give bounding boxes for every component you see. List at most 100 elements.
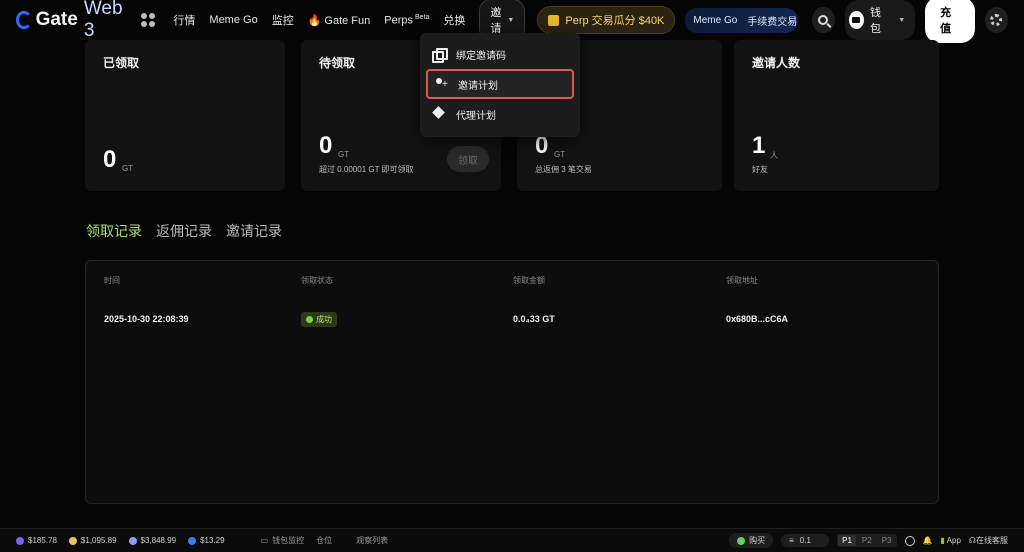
phone-icon: ▮: [940, 536, 945, 545]
record-tabs: 领取记录 返佣记录 邀请记录: [86, 221, 282, 241]
wallet-button[interactable]: 钱包 ▼: [845, 0, 916, 40]
ticker-item[interactable]: $185.78: [16, 536, 57, 545]
copy-icon: [432, 48, 448, 63]
search-icon: [818, 15, 829, 25]
pending-value: 0: [319, 132, 333, 159]
nav-monitor[interactable]: 监控: [272, 12, 294, 28]
gate-web3-logo[interactable]: Gate Web 3: [16, 0, 127, 42]
pending-title: 待领取: [319, 56, 356, 70]
rebate-unit: GT: [554, 150, 566, 159]
check-icon: [306, 316, 313, 323]
records-table: 时间 领取状态 领取金额 领取地址 2025-10-30 22:08:39 成功…: [85, 260, 939, 504]
cell-amount: 0.0₄33 GT: [513, 314, 555, 324]
menu-item-label: 绑定邀请码: [456, 50, 506, 62]
token-icon: [16, 536, 24, 545]
add-user-icon: [434, 78, 448, 90]
perp-promo-banner[interactable]: Perp 交易瓜分 $40K: [537, 6, 676, 34]
meme-go-banner[interactable]: Meme Go 手续费交易 ▶: [685, 7, 798, 33]
search-button[interactable]: [811, 7, 835, 33]
folder-icon: ▭: [260, 536, 269, 545]
pending-note: 超过 0.00001 GT 即可领取: [319, 165, 414, 174]
menu-item-invite-plan[interactable]: 邀请计划: [426, 69, 574, 99]
footer-link-label: 钱包监控: [272, 536, 305, 545]
bottom-status-bar: $185.78 $1,095.89 $3,848.99 $13.29 ▭ 钱包监控…: [0, 528, 1024, 552]
footer-app-link[interactable]: ▮ App: [940, 536, 960, 545]
deposit-button[interactable]: 充值: [925, 0, 975, 43]
status-badge: 成功: [301, 312, 337, 327]
meme-banner-sub: 手续费交易: [747, 16, 798, 28]
quick-buy-button[interactable]: 购买: [729, 533, 774, 548]
footer-wallet-monitor[interactable]: ▭ 钱包监控: [261, 535, 305, 546]
ticker-item[interactable]: $13.29: [188, 536, 225, 545]
buy-amount-input[interactable]: ≡ 0.1: [781, 534, 830, 547]
cell-address[interactable]: 0x680B...cC6A: [726, 314, 788, 324]
nav-market[interactable]: 行情: [173, 12, 195, 28]
tab-rebate-records[interactable]: 返佣记录: [156, 221, 212, 241]
footer-watchlist[interactable]: 观察列表: [356, 535, 388, 546]
bell-icon[interactable]: 🔔: [923, 536, 933, 545]
menu-item-label: 代理计划: [456, 110, 496, 122]
wallet-icon: [849, 11, 864, 29]
menu-item-agent-plan[interactable]: 代理计划: [426, 99, 574, 129]
target-icon[interactable]: [904, 535, 915, 546]
nav-swap[interactable]: 兑换: [443, 12, 465, 28]
preset-selector: P1 P2 P3: [837, 534, 897, 547]
nav-meme-go[interactable]: Meme Go: [209, 14, 257, 26]
chevron-down-icon: ▼: [507, 16, 515, 24]
sol-icon: ≡: [789, 536, 794, 545]
support-label: 在线客服: [976, 536, 1008, 545]
invites-card: 邀请人数 1 人 好友: [734, 40, 939, 191]
amount-value: 0.1: [799, 536, 811, 545]
preset-p2[interactable]: P2: [858, 535, 876, 546]
ticker-value: $1,095.89: [80, 536, 117, 545]
invites-unit: 人: [770, 151, 778, 160]
cell-time: 2025-10-30 22:08:39: [104, 314, 189, 324]
headset-icon: ☊: [968, 536, 976, 545]
column-header-address: 领取地址: [726, 276, 758, 285]
logo-text: Gate: [35, 9, 78, 30]
ticker-item[interactable]: $3,848.99: [128, 536, 177, 545]
settings-button[interactable]: [984, 7, 1009, 33]
token-icon: [68, 536, 77, 545]
invites-note: 好友: [752, 165, 768, 174]
claimed-unit: GT: [122, 164, 134, 173]
wallet-label: 钱包: [869, 7, 881, 35]
logo-suffix: Web 3: [83, 0, 123, 41]
tab-invite-records[interactable]: 邀请记录: [226, 221, 282, 241]
tab-claim-records[interactable]: 领取记录: [86, 221, 142, 241]
rebate-note: 总返佣 3 笔交易: [535, 165, 592, 174]
preset-p3[interactable]: P3: [878, 535, 896, 546]
menu-item-bind-code[interactable]: 绑定邀请码: [426, 39, 574, 69]
chevron-down-icon: ▼: [898, 16, 906, 24]
invites-value: 1: [752, 132, 766, 159]
meme-banner-label: Meme Go: [693, 14, 738, 26]
buy-icon: [737, 536, 746, 545]
claimed-title: 已领取: [103, 56, 140, 70]
column-header-amount: 领取金额: [513, 276, 545, 285]
menu-item-label: 邀请计划: [458, 80, 498, 92]
footer-positions[interactable]: 仓位: [316, 535, 332, 546]
ticker-value: $3,848.99: [140, 536, 177, 545]
fire-icon: 🔥: [307, 14, 322, 27]
footer-right-group: 购买 ≡ 0.1 P1 P2 P3 🔔 ▮ App ☊在线客服: [729, 533, 1008, 548]
gift-icon: [548, 14, 560, 26]
app-label: App: [946, 536, 961, 545]
token-icon: [188, 536, 197, 545]
beta-badge: Beta: [415, 13, 430, 21]
claimed-card: 已领取 0 GT: [85, 40, 285, 191]
ticker-value: $13.29: [200, 536, 225, 545]
nav-perps-label: Perps: [384, 14, 414, 27]
nav-gate-fun-label: Gate Fun: [324, 14, 371, 27]
nav-gate-fun[interactable]: 🔥 Gate Fun: [308, 14, 371, 27]
ticker-item[interactable]: $1,095.89: [68, 536, 117, 545]
footer-support-link[interactable]: ☊在线客服: [969, 535, 1008, 546]
diamond-icon: [432, 108, 446, 120]
column-header-time: 时间: [104, 276, 120, 285]
claim-button[interactable]: 领取: [447, 146, 489, 172]
preset-p1[interactable]: P1: [838, 535, 856, 546]
cell-status: 成功: [301, 312, 337, 327]
nav-perps[interactable]: Perps Beta: [384, 14, 429, 27]
invites-title: 邀请人数: [752, 56, 801, 70]
invite-label: 邀请: [490, 7, 502, 35]
apps-grid-icon[interactable]: [141, 13, 156, 27]
